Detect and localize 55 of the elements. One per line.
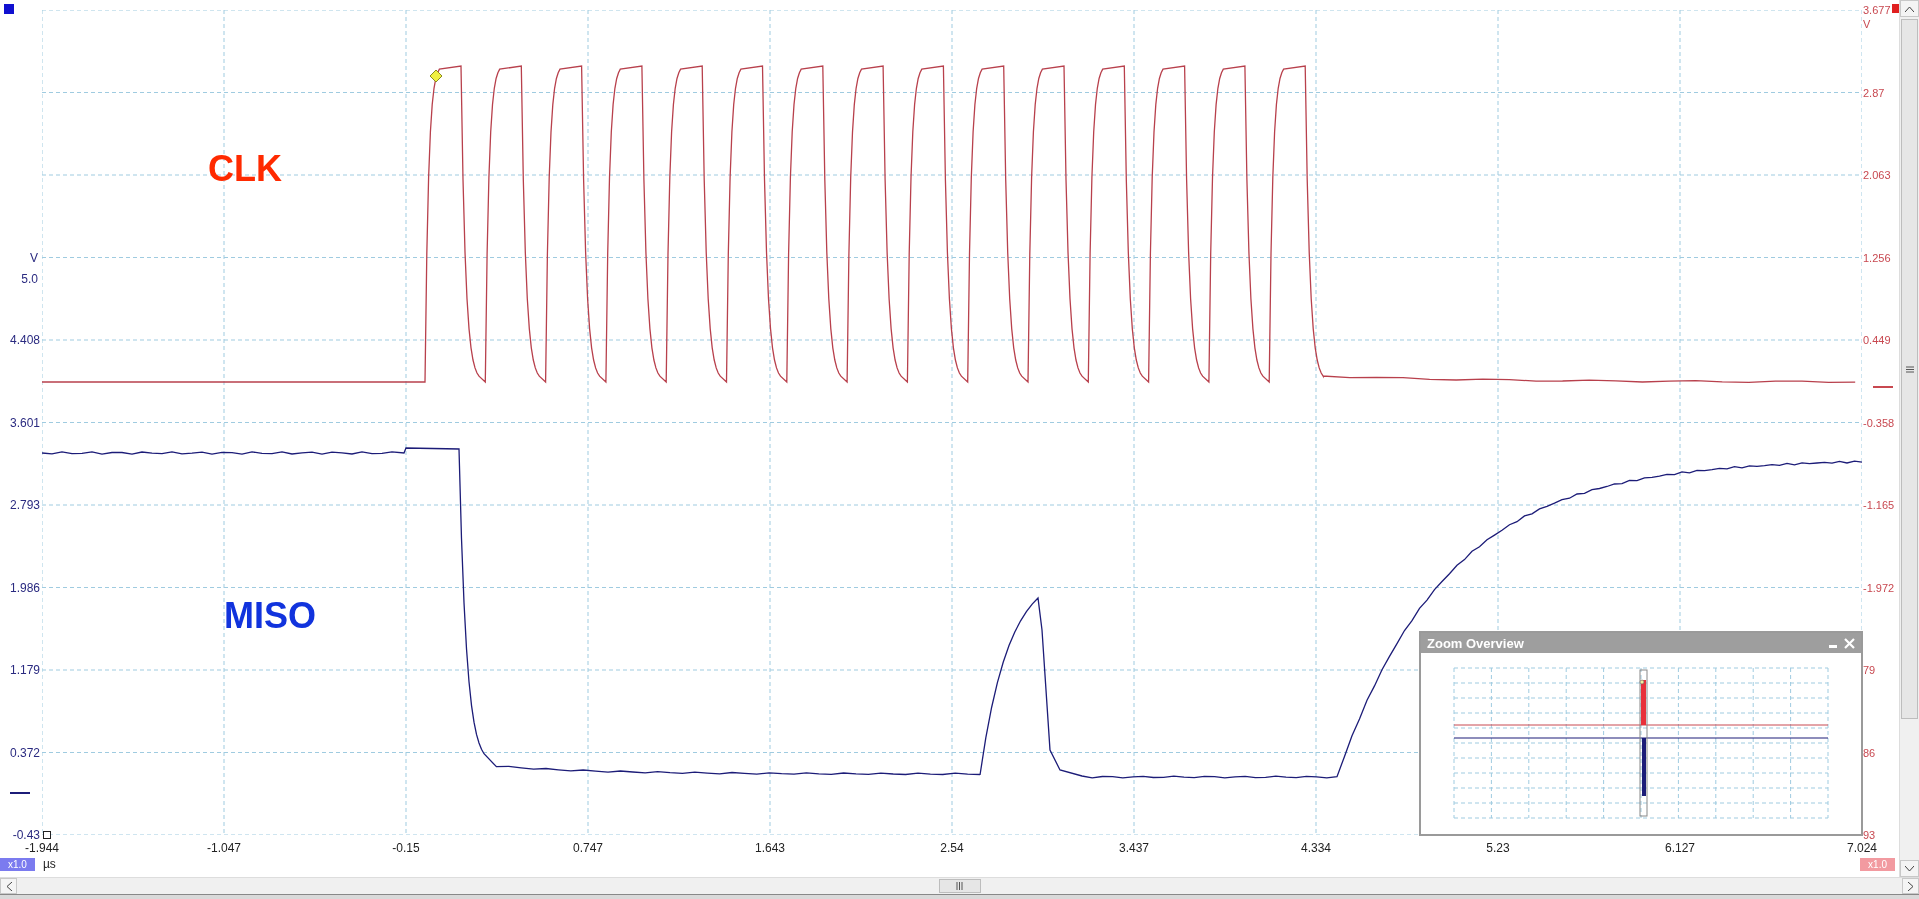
scroll-up-button[interactable]	[1900, 0, 1919, 17]
axis-label: 2.793	[9, 497, 41, 513]
axis-label: 1.256	[1863, 250, 1891, 266]
axis-label: 5.23	[1485, 841, 1511, 855]
zoom-badge[interactable]: x1.0	[0, 857, 35, 871]
scroll-down-button[interactable]	[1900, 860, 1919, 877]
signal-label: CLK	[208, 148, 282, 190]
axis-label: 1.986	[9, 579, 41, 596]
axis-label: -1.047	[206, 841, 242, 855]
axis-label: 93	[1863, 828, 1876, 843]
channel-marker-icon[interactable]	[4, 4, 14, 14]
axis-label: 4.408	[9, 332, 41, 348]
axis-label: -0.43	[12, 827, 41, 843]
caret-up-icon	[1905, 5, 1914, 12]
offset-marker-icon[interactable]	[10, 792, 30, 794]
axis-label: -1.165	[1863, 498, 1895, 513]
caret-right-icon	[1907, 881, 1914, 891]
axis-label: -1.972	[1863, 580, 1895, 596]
close-icon[interactable]	[1844, 637, 1855, 649]
axis-unit: V	[30, 249, 39, 266]
axis-label: 3.677	[1863, 3, 1891, 18]
axis-label: -0.358	[1863, 415, 1895, 431]
axis-label: 2.063	[1863, 168, 1891, 183]
axis-label: 5.0	[21, 271, 39, 287]
axis-label: 0.449	[1863, 333, 1891, 348]
axis-label: -1.944	[24, 841, 60, 855]
zoom-badge[interactable]: x1.0	[1860, 857, 1895, 871]
signal-label: MISO	[224, 595, 316, 637]
scroll-left-button[interactable]	[0, 878, 17, 894]
axis-label: 3.601	[9, 414, 41, 431]
axis-label: 6.127	[1664, 841, 1696, 855]
axis-label: 1.179	[9, 662, 41, 678]
window-title: Zoom Overview	[1427, 635, 1525, 651]
axis-label: 2.87	[1863, 85, 1885, 101]
axis-label: 4.334	[1300, 841, 1332, 855]
grip-icon	[1905, 365, 1914, 373]
axis-label: 1.643	[754, 841, 786, 855]
scroll-right-button[interactable]	[1902, 878, 1919, 894]
trigger-marker-icon[interactable]	[429, 69, 443, 83]
axis-label: 0.747	[572, 841, 604, 855]
axis-label: 3.437	[1118, 841, 1150, 855]
axis-unit: µs	[42, 857, 56, 871]
axis-label: 79	[1863, 663, 1876, 678]
axis-unit: V	[1863, 18, 1871, 30]
axis-label: -0.15	[391, 841, 421, 855]
caret-left-icon	[5, 881, 12, 891]
axis-label: 0.372	[9, 744, 41, 761]
offset-marker-icon[interactable]	[1873, 386, 1893, 388]
axis-label: 7.024	[1846, 841, 1878, 855]
grip-icon	[956, 882, 963, 890]
caret-down-icon	[1905, 865, 1914, 872]
axis-label: 86	[1863, 745, 1876, 761]
axis-label: 2.54	[939, 841, 965, 855]
channel-marker-icon[interactable]	[1892, 4, 1899, 13]
cursor-marker-icon[interactable]	[43, 831, 51, 839]
